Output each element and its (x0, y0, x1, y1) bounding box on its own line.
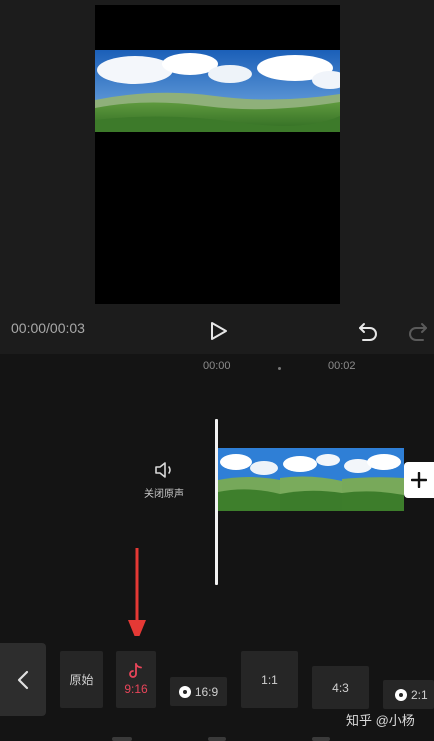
ratio-16-9-button[interactable]: 16:9 (170, 677, 227, 706)
ratio-original-button[interactable]: 原始 (60, 651, 103, 708)
ratio-label: 2:1 (411, 687, 428, 702)
preview-area: 00:00/00:03 (0, 0, 434, 354)
ratio-4-3-button[interactable]: 4:3 (312, 666, 369, 709)
red-arrow-annotation (128, 548, 146, 642)
system-nav-hint (312, 737, 330, 741)
ratio-label: 1:1 (261, 672, 278, 687)
platform-badge-icon (395, 688, 407, 701)
play-icon (211, 322, 227, 340)
ratio-label: 16:9 (194, 684, 219, 699)
ruler-label: 00:00 (203, 360, 231, 372)
clip-thumbnail (280, 448, 342, 511)
time-display: 00:00/00:03 (11, 320, 85, 336)
video-frame-landscape (95, 50, 340, 132)
ratio-label: 原始 (69, 673, 94, 687)
platform-badge-icon (178, 685, 191, 698)
ratio-2-1-button[interactable]: 2:1 (383, 680, 434, 709)
playhead[interactable] (215, 419, 218, 585)
ratio-label: 9:16 (124, 682, 148, 696)
system-nav-hint (208, 737, 226, 741)
ratio-label: 4:3 (332, 680, 349, 695)
plus-icon (411, 472, 427, 488)
redo-button[interactable] (404, 317, 432, 345)
mute-original-audio-button[interactable]: 关闭原声 (136, 460, 192, 506)
mute-label: 关闭原声 (144, 489, 184, 500)
chevron-left-icon (17, 670, 29, 689)
back-button[interactable] (0, 643, 46, 716)
video-canvas[interactable] (95, 5, 340, 304)
tiktok-icon (129, 663, 142, 678)
ruler-tick (278, 367, 281, 370)
play-button[interactable] (203, 316, 233, 346)
watermark: 知乎 @小杨 (346, 713, 415, 728)
ratio-1-1-button[interactable]: 1:1 (241, 651, 298, 708)
undo-button[interactable] (354, 317, 382, 345)
redo-icon (409, 323, 427, 341)
clip-thumbnail (342, 448, 404, 511)
add-clip-button[interactable] (404, 462, 434, 498)
ruler-label: 00:02 (328, 360, 356, 372)
clip-thumbnail (218, 448, 280, 511)
undo-icon (359, 323, 377, 341)
video-clip[interactable] (218, 448, 404, 511)
ratio-9-16-button[interactable]: 9:16 (116, 651, 156, 708)
speaker-icon (155, 462, 171, 478)
system-nav-hint (112, 737, 132, 741)
